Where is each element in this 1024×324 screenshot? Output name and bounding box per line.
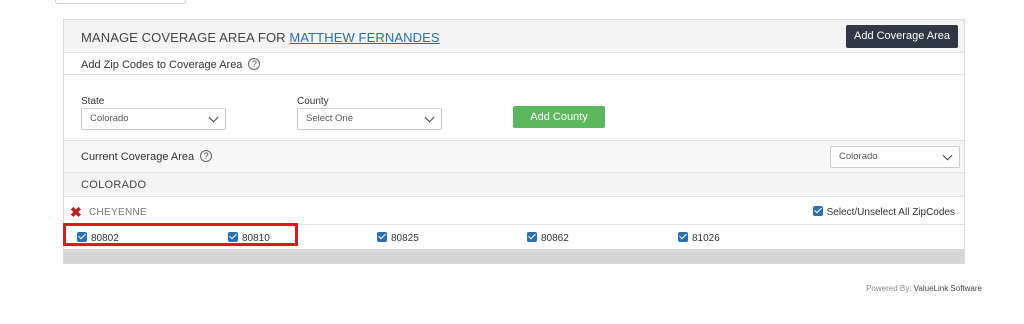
current-coverage-label: Current Coverage Area? xyxy=(81,150,213,163)
county-select-value: Select One xyxy=(306,113,353,124)
remove-county-icon[interactable]: ✖ xyxy=(70,205,82,219)
top-control-stub xyxy=(55,0,186,4)
select-all-zipcodes[interactable]: Select/Unselect All ZipCodes xyxy=(812,206,955,218)
zipcode-label: 80825 xyxy=(391,233,419,244)
state-label: State xyxy=(81,96,105,107)
zipcode-item[interactable]: 80862 xyxy=(527,232,569,244)
state-select-value: Colorado xyxy=(90,113,129,124)
zipcode-checkbox[interactable] xyxy=(527,232,537,242)
county-select[interactable]: Select One xyxy=(297,108,442,130)
zipcode-checkbox[interactable] xyxy=(228,232,238,242)
current-coverage-row: Current Coverage Area? Colorado xyxy=(64,141,964,173)
add-zip-label: Add Zip Codes to Coverage Area? xyxy=(81,58,261,71)
panel-header: MANAGE COVERAGE AREA FOR MATTHEW FERNAND… xyxy=(64,20,964,53)
zipcode-checkbox[interactable] xyxy=(377,232,387,242)
state-group-header: COLORADO xyxy=(64,173,964,197)
help-icon[interactable]: ? xyxy=(200,150,213,162)
select-all-label: Select/Unselect All ZipCodes xyxy=(826,207,955,218)
user-name-link[interactable]: MATTHEW FERNANDES xyxy=(289,30,439,45)
panel-footer-bar xyxy=(64,249,964,263)
zipcode-checkbox[interactable] xyxy=(678,232,688,242)
chevron-down-icon xyxy=(424,112,435,123)
state-group-name: COLORADO xyxy=(81,179,147,191)
title-prefix: MANAGE COVERAGE AREA FOR xyxy=(81,30,286,45)
add-coverage-area-button[interactable]: Add Coverage Area xyxy=(845,25,958,48)
zipcode-list: 80802 80810 80825 80862 81026 xyxy=(64,225,964,249)
powered-by-prefix: Powered By: xyxy=(866,284,912,293)
coverage-state-filter-select[interactable]: Colorado xyxy=(830,146,960,168)
zipcode-checkbox[interactable] xyxy=(77,232,87,242)
brand-name: ValueLink Software xyxy=(913,284,982,293)
zipcode-item[interactable]: 81026 xyxy=(678,232,720,244)
help-icon[interactable]: ? xyxy=(248,58,261,70)
coverage-panel: MANAGE COVERAGE AREA FOR MATTHEW FERNAND… xyxy=(63,19,965,264)
zipcode-label: 80862 xyxy=(541,233,569,244)
select-all-checkbox[interactable] xyxy=(812,206,823,216)
add-zip-label-text: Add Zip Codes to Coverage Area xyxy=(81,59,243,71)
county-row: ✖ CHEYENNE Select/Unselect All ZipCodes xyxy=(64,197,964,225)
zipcode-item[interactable]: 80825 xyxy=(377,232,419,244)
add-zip-section: Add Zip Codes to Coverage Area? xyxy=(64,53,964,75)
county-name: CHEYENNE xyxy=(89,207,147,218)
zipcode-label: 81026 xyxy=(692,233,720,244)
coverage-state-filter-value: Colorado xyxy=(839,151,878,162)
chevron-down-icon xyxy=(942,150,953,161)
zipcode-label: 80810 xyxy=(242,233,270,244)
zipcode-item[interactable]: 80810 xyxy=(228,232,270,244)
current-coverage-label-text: Current Coverage Area xyxy=(81,151,195,163)
county-label: County xyxy=(297,96,329,107)
zipcode-item[interactable]: 80802 xyxy=(77,232,119,244)
zipcode-label: 80802 xyxy=(91,233,119,244)
page-title: MANAGE COVERAGE AREA FOR MATTHEW FERNAND… xyxy=(81,30,440,45)
county-form: State Colorado County Select One Add Cou… xyxy=(64,75,964,141)
add-county-button[interactable]: Add County xyxy=(513,106,605,128)
state-select[interactable]: Colorado xyxy=(81,108,226,130)
powered-by: Powered By: ValueLink Software xyxy=(866,284,982,293)
chevron-down-icon xyxy=(208,112,219,123)
